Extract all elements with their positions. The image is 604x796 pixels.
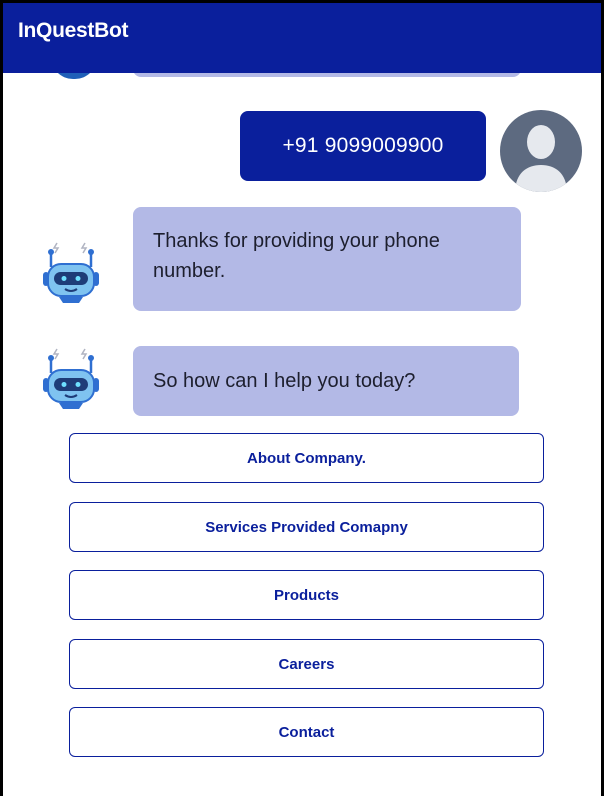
- option-careers-button[interactable]: Careers: [69, 639, 544, 689]
- user-avatar-icon: [500, 110, 582, 192]
- robot-icon: [43, 348, 99, 409]
- user-message-text: +91 9099009900: [282, 134, 444, 157]
- app-title: InQuestBot: [18, 19, 129, 42]
- bot-message-bubble: Thanks for providing your phone number.: [133, 207, 521, 311]
- option-label: Contact: [278, 723, 335, 741]
- user-message-bubble: +91 9099009900: [240, 111, 486, 181]
- option-label: Products: [273, 586, 339, 604]
- option-label: About Company.: [247, 449, 366, 467]
- bot-message-text: Thanks for providing your phone number.: [153, 230, 440, 282]
- bot-message-text: So how can I help you today?: [153, 370, 416, 392]
- option-about-company-button[interactable]: About Company.: [69, 433, 544, 483]
- option-services-button[interactable]: Services Provided Comapny: [69, 502, 544, 552]
- option-label: Careers: [278, 655, 335, 673]
- robot-icon: [43, 242, 99, 303]
- chat-header: InQuestBot: [3, 3, 601, 73]
- option-contact-button[interactable]: Contact: [69, 707, 544, 757]
- option-label: Services Provided Comapny: [205, 518, 408, 536]
- bot-message-bubble: So how can I help you today?: [133, 346, 519, 416]
- chat-window: InQuestBot +91 9099009900 Thanks for pro…: [0, 0, 604, 796]
- option-products-button[interactable]: Products: [69, 570, 544, 620]
